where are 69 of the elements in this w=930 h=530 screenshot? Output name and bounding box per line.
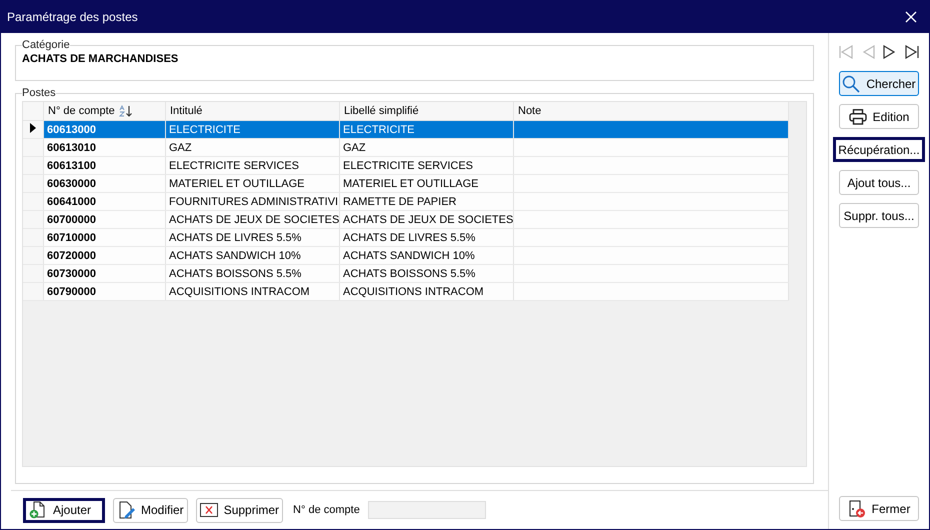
- table-cell: ACQUISITIONS INTRACOM: [343, 286, 484, 298]
- column-header[interactable]: N° de compte: [44, 102, 166, 120]
- field-label: N° de compte: [293, 504, 360, 516]
- table-cell: ACHATS DE LIVRES 5.5%: [343, 232, 476, 244]
- grid-row[interactable]: 60730000 ACHATS BOISSONS 5.5% ACHATS BOISSONS 5.5%: [23, 264, 788, 282]
- table-cell: ELECTRICITE: [169, 124, 241, 136]
- table-cell: ACHATS BOISSONS 5.5%: [169, 268, 302, 280]
- table-cell: 60730000: [47, 268, 96, 280]
- table-cell: MATERIEL ET OUTILLAGE: [343, 178, 478, 190]
- column-header[interactable]: Intitulé: [166, 102, 340, 120]
- side-button[interactable]: Edition: [839, 104, 919, 129]
- table-cell: ELECTRICITE SERVICES: [343, 160, 473, 172]
- side-button[interactable]: Chercher: [839, 71, 919, 96]
- window-title: Paramétrage des postes: [7, 10, 138, 24]
- add-document-icon: [29, 501, 47, 519]
- column-header[interactable]: Libellé simplifié: [340, 102, 514, 120]
- next-record-icon[interactable]: [883, 45, 897, 59]
- printer-icon: [848, 108, 867, 124]
- group-label: Postes: [22, 87, 56, 99]
- action-button[interactable]: Modifier: [113, 498, 188, 522]
- grid-row[interactable]: 60613010 GAZ GAZ: [23, 138, 788, 156]
- group-label: Catégorie: [22, 39, 70, 51]
- table-cell: ACHATS DE JEUX DE SOCIETES: [169, 214, 340, 226]
- category-value: ACHATS DE MARCHANDISES: [22, 53, 180, 65]
- grid-row[interactable]: 60790000 ACQUISITIONS INTRACOM ACQUISITIONS INTRACOM: [23, 282, 788, 300]
- table-cell: ACHATS DE JEUX DE SOCIETES: [343, 214, 514, 226]
- table-cell: 60613010: [47, 142, 96, 154]
- table-cell: ELECTRICITE: [343, 124, 415, 136]
- table-cell: ACQUISITIONS INTRACOM: [169, 286, 310, 298]
- table-cell: ACHATS BOISSONS 5.5%: [343, 268, 476, 280]
- table-cell: ACHATS SANDWICH 10%: [169, 250, 301, 262]
- sort-icon: [118, 105, 133, 117]
- grid-row[interactable]: 60613000 ELECTRICITE ELECTRICITE: [23, 120, 788, 138]
- grid-row[interactable]: 60630000 MATERIEL ET OUTILLAGE MATERIEL ET OUTILLAGE: [23, 174, 788, 192]
- column-header[interactable]: Note: [514, 102, 788, 120]
- table-cell: 60630000: [47, 178, 96, 190]
- table-cell: MATERIEL ET OUTILLAGE: [169, 178, 304, 190]
- table-cell: 60700000: [47, 214, 96, 226]
- close-icon[interactable]: [905, 11, 917, 23]
- grid-row[interactable]: 60700000 ACHATS DE JEUX DE SOCIETES ACHATS DE JEUX DE SOCIETES: [23, 210, 788, 228]
- table-cell: 60790000: [47, 286, 96, 298]
- table-cell: 60613000: [47, 124, 96, 136]
- grid-row[interactable]: 60641000 FOURNITURES ADMINISTRATIVI RAMETTE DE PAPIER: [23, 192, 788, 210]
- delete-icon: [200, 503, 218, 517]
- side-button[interactable]: Ajout tous...: [839, 170, 919, 195]
- table-cell: GAZ: [169, 142, 192, 154]
- table-cell: 60641000: [47, 196, 96, 208]
- table-cell: FOURNITURES ADMINISTRATIVI: [169, 196, 338, 208]
- side-button[interactable]: Suppr. tous...: [839, 203, 919, 228]
- current-row-icon: [30, 123, 36, 133]
- table-cell: ACHATS SANDWICH 10%: [343, 250, 475, 262]
- last-record-icon[interactable]: [905, 45, 919, 59]
- table-cell: ACHATS DE LIVRES 5.5%: [169, 232, 302, 244]
- grid-row[interactable]: 60720000 ACHATS SANDWICH 10% ACHATS SANDWICH 10%: [23, 246, 788, 264]
- table-cell: ELECTRICITE SERVICES: [169, 160, 299, 172]
- edit-document-icon: [117, 501, 135, 519]
- action-button[interactable]: Ajouter: [23, 498, 105, 522]
- close-button[interactable]: Fermer: [839, 496, 919, 521]
- action-button[interactable]: Supprimer: [196, 498, 284, 522]
- table-cell: RAMETTE DE PAPIER: [343, 196, 456, 208]
- grid-row[interactable]: 60710000 ACHATS DE LIVRES 5.5% ACHATS DE LIVRES 5.5%: [23, 228, 788, 246]
- table-cell: GAZ: [343, 142, 366, 154]
- side-button[interactable]: Récupération...: [833, 137, 925, 162]
- search-icon: [842, 74, 860, 92]
- table-cell: 60613100: [47, 160, 96, 172]
- grid-row[interactable]: 60613100 ELECTRICITE SERVICES ELECTRICITE SERVICES: [23, 156, 788, 174]
- exit-icon: [848, 500, 866, 518]
- table-cell: 60720000: [47, 250, 96, 262]
- table-cell: 60710000: [47, 232, 96, 244]
